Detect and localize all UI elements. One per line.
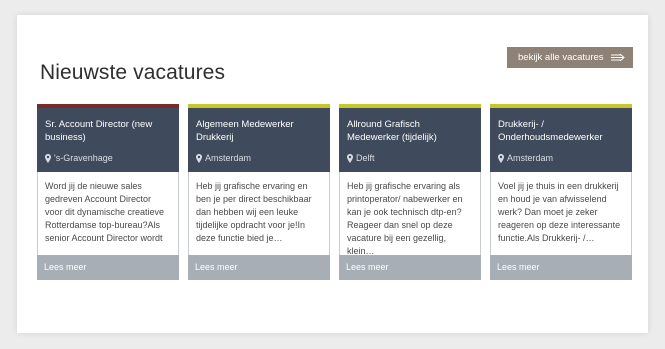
vacancy-title-link[interactable]: Algemeen Medewerker Drukkerij	[196, 118, 322, 144]
card-location: Amsterdam	[498, 153, 553, 163]
card-snippet: Word jij de nieuwe sales gedreven Accoun…	[37, 172, 179, 255]
location-text: 's-Gravenhage	[54, 153, 113, 163]
card-header: Sr. Account Director (new business) 's-G…	[37, 108, 179, 172]
arrow-right-icon	[611, 53, 625, 62]
card-snippet: Heb jij grafische ervaring en ben je per…	[188, 172, 330, 255]
card-header: Drukkerij- / Onderhoudsmedewerker Amster…	[490, 108, 632, 172]
card-header: Allround Grafisch Medewerker (tijdelijk)…	[339, 108, 481, 172]
page-title: Nieuwste vacatures	[40, 61, 226, 84]
card-location: Amsterdam	[196, 153, 251, 163]
read-more-button[interactable]: Lees meer	[37, 255, 179, 280]
vacancies-panel: Nieuwste vacatures bekijk alle vacatures…	[17, 15, 648, 333]
vacancy-cards: Sr. Account Director (new business) 's-G…	[37, 104, 633, 284]
vacancy-card: Allround Grafisch Medewerker (tijdelijk)…	[339, 104, 481, 284]
read-more-button[interactable]: Lees meer	[339, 255, 481, 280]
vacancy-card: Drukkerij- / Onderhoudsmedewerker Amster…	[490, 104, 632, 284]
location-text: Amsterdam	[507, 153, 554, 163]
card-location: 's-Gravenhage	[45, 153, 113, 163]
card-snippet: Heb jij grafische ervaring als printoper…	[339, 172, 481, 255]
vacancy-card: Sr. Account Director (new business) 's-G…	[37, 104, 179, 284]
vacancy-title-link[interactable]: Allround Grafisch Medewerker (tijdelijk)	[347, 118, 473, 144]
vacancy-title-link[interactable]: Sr. Account Director (new business)	[45, 118, 171, 144]
map-pin-icon	[498, 153, 504, 163]
card-location: Delft	[347, 153, 375, 163]
view-all-button-label: bekijk alle vacatures	[518, 52, 604, 63]
card-header: Algemeen Medewerker Drukkerij Amsterdam	[188, 108, 330, 172]
map-pin-icon	[196, 153, 202, 163]
location-text: Amsterdam	[205, 153, 252, 163]
map-pin-icon	[45, 153, 51, 163]
read-more-button[interactable]: Lees meer	[188, 255, 330, 280]
card-snippet: Voel jij je thuis in een drukkerij en ho…	[490, 172, 632, 255]
view-all-vacancies-button[interactable]: bekijk alle vacatures	[507, 47, 633, 68]
vacancy-title-link[interactable]: Drukkerij- / Onderhoudsmedewerker	[498, 118, 624, 144]
map-pin-icon	[347, 153, 353, 163]
read-more-button[interactable]: Lees meer	[490, 255, 632, 280]
location-text: Delft	[356, 153, 375, 163]
vacancy-card: Algemeen Medewerker Drukkerij Amsterdam …	[188, 104, 330, 284]
